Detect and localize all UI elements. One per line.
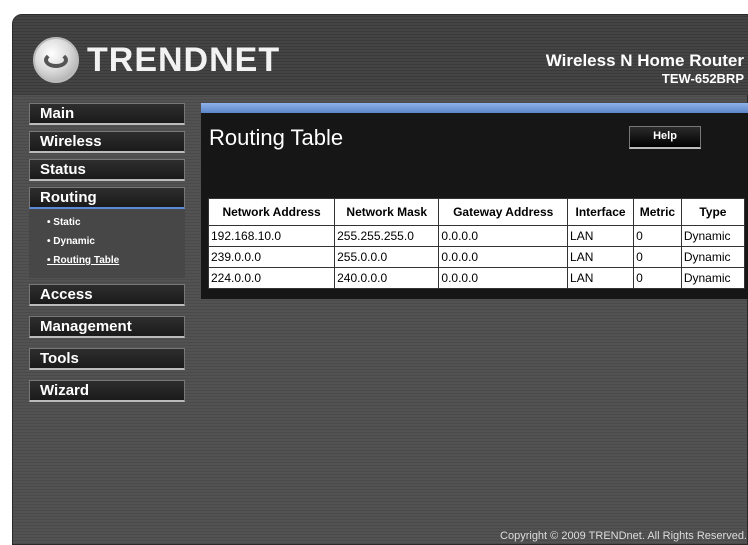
cell-network-address: 224.0.0.0 <box>207 267 336 289</box>
col-interface: Interface <box>567 198 635 226</box>
nav-tools[interactable]: Tools <box>29 348 185 370</box>
sub-dynamic[interactable]: • Dynamic <box>29 232 185 251</box>
product-model: TEW-652BRP <box>661 71 744 86</box>
sub-static[interactable]: • Static <box>29 213 185 232</box>
sidebar: Main Wireless Status Routing • Static • … <box>29 103 185 408</box>
cell-type: Dynamic <box>680 246 746 268</box>
cell-network-address: 239.0.0.0 <box>207 246 336 268</box>
page-title: Routing Table <box>209 125 344 150</box>
cell-metric: 0 <box>633 246 682 268</box>
cell-gateway-address: 0.0.0.0 <box>438 267 569 289</box>
col-network-mask: Network Mask <box>334 198 440 226</box>
cell-gateway-address: 0.0.0.0 <box>438 246 569 268</box>
nav-access[interactable]: Access <box>29 284 185 306</box>
cell-type: Dynamic <box>680 225 746 247</box>
cell-network-mask: 255.0.0.0 <box>334 246 440 268</box>
content-panel: Routing Table Help Network Address Netwo… <box>201 103 748 299</box>
trendnet-logo: TRENDNET <box>33 37 280 83</box>
col-network-address: Network Address <box>207 198 336 226</box>
product-info: Wireless N Home Router TEW-652BRP <box>546 51 744 86</box>
nav-main[interactable]: Main <box>29 103 185 125</box>
nav-wizard[interactable]: Wizard <box>29 380 185 402</box>
nav-wireless[interactable]: Wireless <box>29 131 185 153</box>
cell-metric: 0 <box>633 267 682 289</box>
cell-network-address: 192.168.10.0 <box>207 225 336 247</box>
router-frame: TRENDNET Wireless N Home Router TEW-652B… <box>12 14 748 545</box>
cell-interface: LAN <box>567 246 635 268</box>
cell-network-mask: 240.0.0.0 <box>334 267 440 289</box>
cell-interface: LAN <box>567 267 635 289</box>
sub-routing-table[interactable]: • Routing Table <box>29 251 185 270</box>
cell-gateway-address: 0.0.0.0 <box>438 225 569 247</box>
table-header-row: Network Address Network Mask Gateway Add… <box>207 198 746 226</box>
table-row: 239.0.0.0 255.0.0.0 0.0.0.0 LAN 0 Dynami… <box>207 246 746 268</box>
cell-network-mask: 255.255.255.0 <box>334 225 440 247</box>
product-name: Wireless N Home Router <box>545 51 744 70</box>
routing-table: Network Address Network Mask Gateway Add… <box>207 198 746 289</box>
cell-metric: 0 <box>633 225 682 247</box>
cell-interface: LAN <box>567 225 635 247</box>
table-row: 224.0.0.0 240.0.0.0 0.0.0.0 LAN 0 Dynami… <box>207 267 746 289</box>
table-row: 192.168.10.0 255.255.255.0 0.0.0.0 LAN 0… <box>207 225 746 247</box>
nav-routing[interactable]: Routing <box>29 187 185 209</box>
routing-submenu: • Static • Dynamic • Routing Table <box>29 209 185 278</box>
help-button[interactable]: Help <box>629 126 701 149</box>
nav-status[interactable]: Status <box>29 159 185 181</box>
logo-text: TRENDNET <box>87 40 281 79</box>
col-metric: Metric <box>633 198 682 226</box>
col-type: Type <box>680 198 746 226</box>
nav-management[interactable]: Management <box>29 316 185 338</box>
header: TRENDNET Wireless N Home Router TEW-652B… <box>13 15 748 95</box>
content-topbar <box>201 103 748 113</box>
trendnet-logo-icon <box>33 37 79 83</box>
cell-type: Dynamic <box>680 267 746 289</box>
copyright: Copyright © 2009 TRENDnet. All Rights Re… <box>500 530 747 542</box>
col-gateway-address: Gateway Address <box>438 198 569 226</box>
